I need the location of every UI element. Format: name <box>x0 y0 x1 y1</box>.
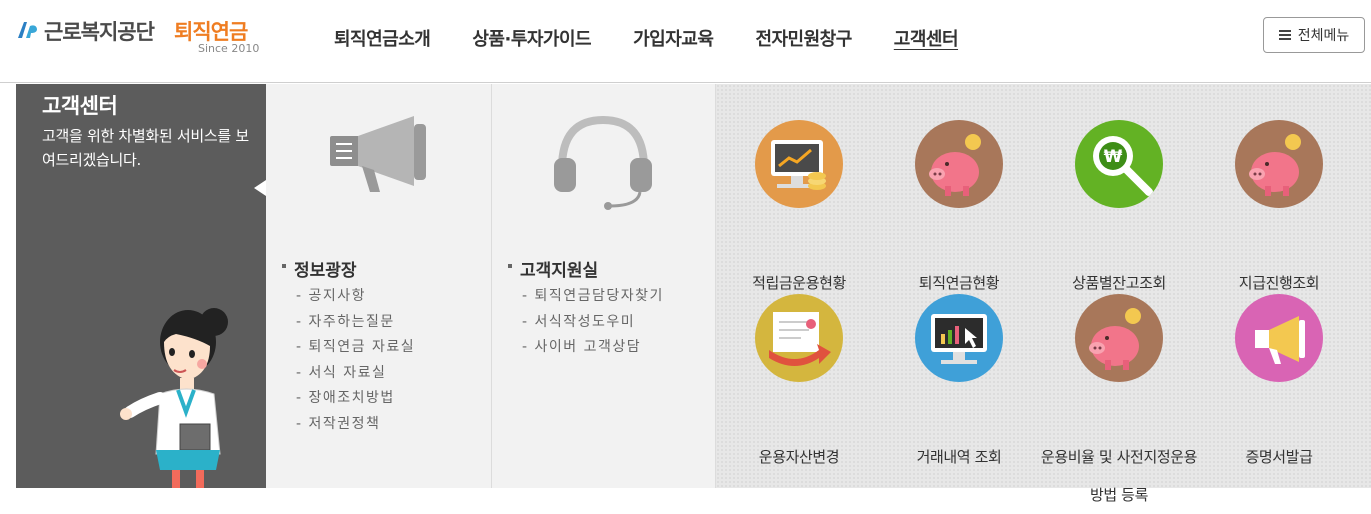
customer-support-section: 고객지원실 - 퇴직연금담당자찾기 - 서식작성도우미 - 사이버 고객상담 <box>492 84 716 488</box>
tile-label: 증명서발급 <box>1245 448 1313 466</box>
tile-transaction-history[interactable]: 거래내역 조회 <box>879 294 1039 476</box>
hamburger-icon <box>1278 30 1291 40</box>
piggy-bank-icon <box>915 120 1003 208</box>
logo-org-name: 근로복지공단 <box>44 20 155 44</box>
tile-reserve-status[interactable]: 적립금운용현황 <box>719 120 879 302</box>
tile-label: 운용비율 및 사전지정운용 방법 등록 <box>1040 448 1198 504</box>
customer-support-list: - 퇴직연금담당자찾기 - 서식작성도우미 - 사이버 고객상담 <box>522 284 664 361</box>
panel-pointer <box>254 180 266 196</box>
panel-description: 고객을 위한 차별화된 서비스를 보여드리겠습니다. <box>42 127 249 169</box>
tile-label: 운용자산변경 <box>758 448 840 466</box>
megaphone-icon <box>330 116 426 192</box>
main-nav: 퇴직연금소개 상품·투자가이드 가입자교육 전자민원창구 고객센터 <box>334 25 1000 51</box>
tile-balance-by-product[interactable]: ₩ 상품별잔고조회 <box>1039 120 1199 302</box>
link-pension-library[interactable]: - 퇴직연금 자료실 <box>296 335 415 361</box>
site-logo[interactable]: 근로복지공단 퇴직연금 Since 2010 <box>16 14 266 60</box>
piggy-bank-icon <box>1075 294 1163 382</box>
headset-icon <box>554 115 652 210</box>
logo-since: Since 2010 <box>198 42 260 55</box>
monitor-cursor-icon <box>915 294 1003 382</box>
tile-change-assets[interactable]: 운용자산변경 <box>719 294 879 476</box>
nav-customer-center[interactable]: 고객센터 <box>894 25 959 51</box>
link-find-manager[interactable]: - 퇴직연금담당자찾기 <box>522 284 664 310</box>
monitor-chart-icon <box>755 120 843 208</box>
tile-certificate-issue[interactable]: 증명서발급 <box>1199 294 1359 476</box>
tile-pension-status[interactable]: 퇴직연금현황 <box>879 120 1039 302</box>
quick-service-grid: 적립금운용현황 퇴직연금현황 ₩ 상품별잔고조회 지급진행조회 운용자산변경 거… <box>716 84 1371 504</box>
tile-label: 거래내역 조회 <box>916 448 1002 466</box>
info-plaza-section: 정보광장 - 공지사항 - 자주하는질문 - 퇴직연금 자료실 - 서식 자료실… <box>266 84 492 488</box>
svg-text:₩: ₩ <box>1104 147 1123 167</box>
link-form-library[interactable]: - 서식 자료실 <box>296 361 415 387</box>
panel-title: 고객센터 <box>42 94 118 118</box>
tile-allocation-registration[interactable]: 운용비율 및 사전지정운용 방법 등록 <box>1039 294 1199 514</box>
link-copyright-policy[interactable]: - 저작권정책 <box>296 412 415 438</box>
guide-character-illustration <box>120 308 228 488</box>
won-search-icon: ₩ <box>1075 120 1163 208</box>
nav-e-civil-service[interactable]: 전자민원창구 <box>755 25 852 51</box>
all-menu-button[interactable]: 전체메뉴 <box>1263 17 1365 53</box>
link-faq[interactable]: - 자주하는질문 <box>296 310 415 336</box>
customer-center-panel: 고객센터 고객을 위한 차별화된 서비스를 보여드리겠습니다. <box>16 84 266 488</box>
info-plaza-list: - 공지사항 - 자주하는질문 - 퇴직연금 자료실 - 서식 자료실 - 장애… <box>296 284 415 438</box>
piggy-bank-icon <box>1235 120 1323 208</box>
info-plaza-heading: 정보광장 <box>282 256 357 281</box>
link-cyber-consult[interactable]: - 사이버 고객상담 <box>522 335 664 361</box>
all-menu-label: 전체메뉴 <box>1297 27 1350 43</box>
nav-product-guide[interactable]: 상품·투자가이드 <box>472 25 591 51</box>
site-header: 근로복지공단 퇴직연금 Since 2010 퇴직연금소개 상품·투자가이드 가… <box>0 0 1371 83</box>
nav-member-education[interactable]: 가입자교육 <box>633 25 714 51</box>
tile-payment-progress[interactable]: 지급진행조회 <box>1199 120 1359 302</box>
link-form-helper[interactable]: - 서식작성도우미 <box>522 310 664 336</box>
megaphone-icon <box>1235 294 1323 382</box>
customer-support-heading: 고객지원실 <box>508 256 598 281</box>
logo-mark-icon <box>18 22 37 38</box>
link-troubleshooting[interactable]: - 장애조치방법 <box>296 386 415 412</box>
nav-retirement-intro[interactable]: 퇴직연금소개 <box>334 25 431 51</box>
link-notice[interactable]: - 공지사항 <box>296 284 415 310</box>
document-arrow-icon <box>755 294 843 382</box>
